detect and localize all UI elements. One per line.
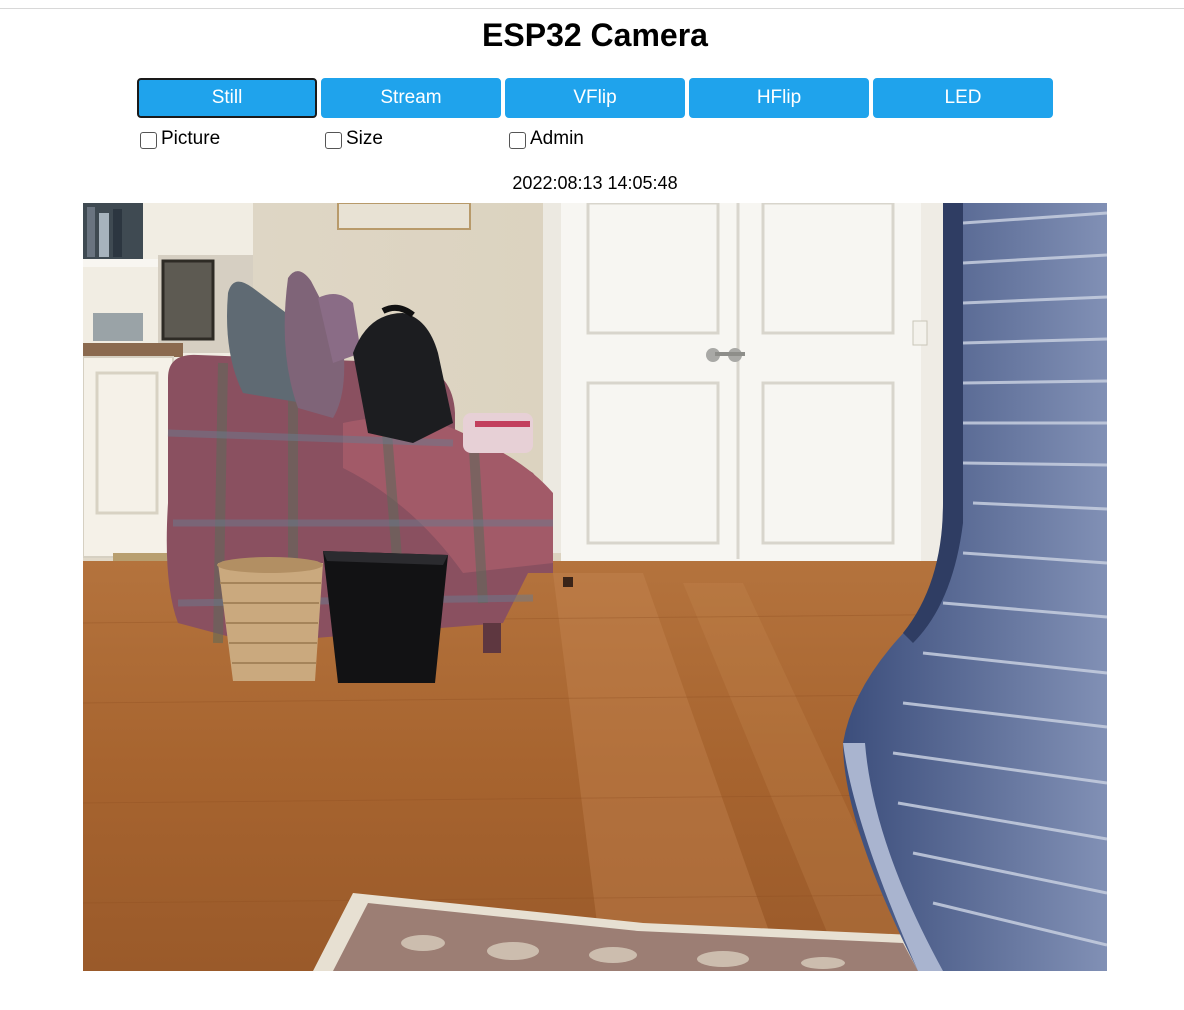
admin-label: Admin xyxy=(530,128,584,149)
vflip-button[interactable]: VFlip xyxy=(505,78,685,118)
capture-timestamp: 2022:08:13 14:05:48 xyxy=(512,173,678,193)
page-title: ESP32 Camera xyxy=(482,17,708,53)
stream-button[interactable]: Stream xyxy=(321,78,501,118)
admin-option[interactable]: Admin xyxy=(509,128,584,150)
picture-checkbox[interactable] xyxy=(140,131,157,149)
led-button[interactable]: LED xyxy=(873,78,1053,118)
size-option[interactable]: Size xyxy=(325,128,383,150)
picture-option[interactable]: Picture xyxy=(140,128,220,150)
admin-checkbox[interactable] xyxy=(509,131,526,149)
size-checkbox[interactable] xyxy=(325,131,342,149)
top-divider xyxy=(0,8,1184,9)
still-button[interactable]: Still xyxy=(137,78,317,118)
hflip-button[interactable]: HFlip xyxy=(689,78,869,118)
size-label: Size xyxy=(346,128,383,149)
picture-label: Picture xyxy=(161,128,221,149)
camera-image xyxy=(83,203,1107,971)
